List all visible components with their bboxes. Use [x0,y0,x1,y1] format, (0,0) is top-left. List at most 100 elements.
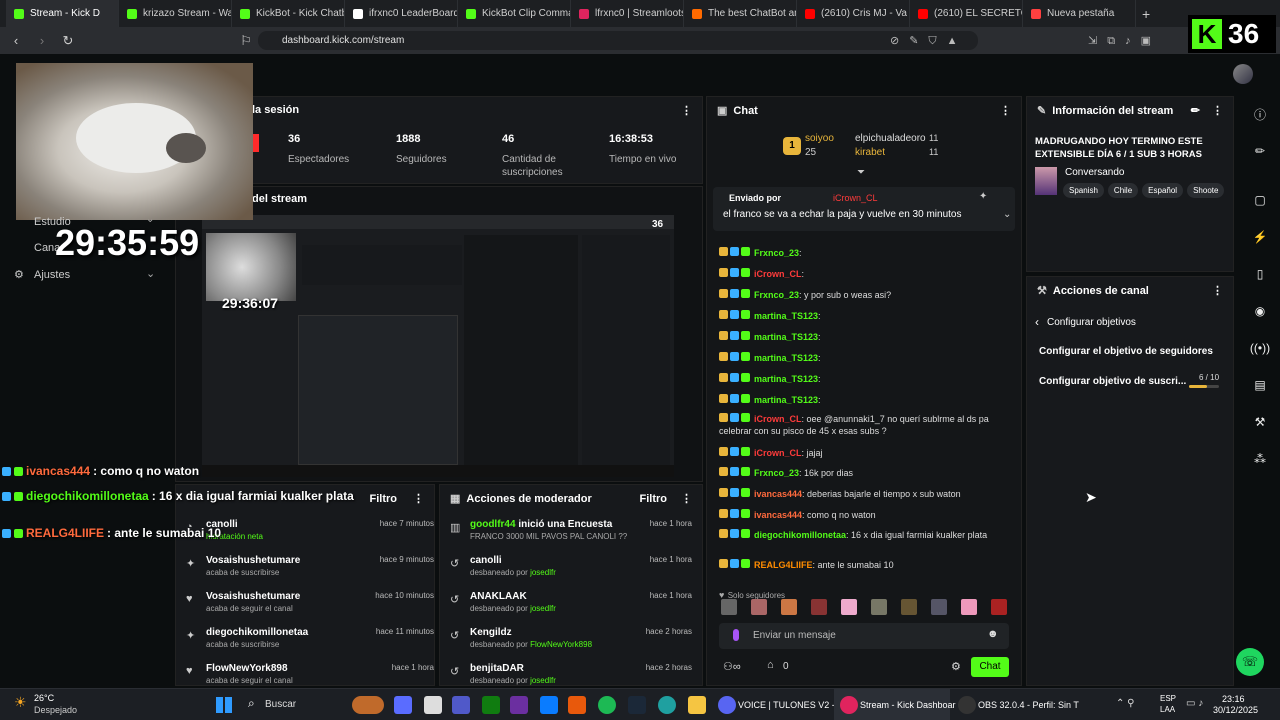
chat-username[interactable]: iCrown_CL [754,448,802,458]
chat-username[interactable]: martina_TS123 [754,353,818,363]
help-button[interactable]: ☏ [1236,648,1264,676]
language-code[interactable]: ESP [1160,694,1176,703]
edit-icon[interactable]: ✏ [1191,105,1200,117]
clock-time[interactable]: 23:16 [1222,694,1245,704]
chat-icon[interactable]: ◉ [1246,297,1274,325]
taskbar-app-stream[interactable]: Stream - Kick Dashboar [860,700,956,710]
chat-username[interactable]: iCrown_CL [754,269,802,279]
taskbar-search[interactable]: Buscar [265,699,296,710]
chat-username[interactable]: ivancas444 [754,510,802,520]
chat-message[interactable]: diegochikomillonetaa: 16 x dia igual far… [719,529,1011,541]
kebab-icon[interactable]: ⋮ [681,104,692,117]
browser-icon[interactable] [840,696,858,714]
folder-icon[interactable] [688,696,706,714]
browser-tab[interactable]: (2610) EL SECRETO FIN [910,0,1023,27]
chat-message[interactable]: Frxnco_23: y por sub o weas asi? [719,289,1011,301]
app-icon-2[interactable] [394,696,412,714]
mod-action-item[interactable]: ▥ goodlfr44 inició una Encuesta FRANCO 300… [448,517,692,551]
avatar[interactable] [1233,64,1253,84]
back-icon[interactable]: ‹ [1035,315,1039,329]
browser-tab[interactable]: lfrxnc0 | Streamloots | [571,0,684,27]
grid-icon[interactable]: ▤ [1246,371,1274,399]
stream-tag[interactable]: Spanish [1063,183,1104,198]
share-icon[interactable]: ⁂ [1246,445,1274,473]
chat-username[interactable]: martina_TS123 [754,332,818,342]
activity-item[interactable]: ◔ canolli hidratación neta hace 7 minutos [184,517,434,551]
mod-action-item[interactable]: ↺ Kengildz desbaneado por FlowNewYork898 ha… [448,625,692,659]
obs-icon[interactable] [958,696,976,714]
taskbar-app-obs[interactable]: OBS 32.0.4 - Perfil: Sin T [978,700,1079,710]
phone-icon[interactable]: ▯ [1246,260,1274,288]
kebab-icon[interactable]: ⋮ [681,493,692,505]
url-field[interactable]: dashboard.kick.com/stream [258,31,978,50]
search-icon[interactable]: ⌕ [248,696,255,711]
menu-ajustes[interactable]: Ajustes [34,269,70,281]
stream-tag[interactable]: Shoote [1187,183,1225,198]
chat-message[interactable]: Frxnco_23: [719,247,1011,259]
app-icon-1[interactable] [352,696,384,714]
kebab-icon[interactable]: ⋮ [1000,104,1011,117]
chat-message[interactable]: martina_TS123: [719,310,1011,322]
edge-icon[interactable] [658,696,676,714]
activity-filter-button[interactable]: Filtro [370,493,398,505]
info-icon[interactable]: ⓘ [1246,100,1274,128]
discord-icon[interactable] [718,696,736,714]
points-icon[interactable]: ⌂ [767,659,774,671]
browser-tab[interactable]: KickBot Clip Command [458,0,571,27]
chat-username[interactable]: Frxnco_23 [754,468,799,478]
browser-tab[interactable]: The best ChatBot and [684,0,797,27]
spotify-icon[interactable] [598,696,616,714]
steam-icon[interactable] [628,696,646,714]
chat-message[interactable]: iCrown_CL: [719,268,1011,280]
browser-tab[interactable]: (2610) Cris MJ - Va [797,0,910,27]
browser-tab[interactable]: KickBot - Kick Chatbot [232,0,345,27]
browser-tab[interactable]: Stream - Kick D [6,0,119,27]
windows-start-icon[interactable] [216,697,232,713]
pinned-message[interactable]: Enviado por iCrown_CL ✦ el franco se va … [713,187,1015,231]
app-icon-7[interactable] [540,696,558,714]
chat-message[interactable]: martina_TS123: [719,352,1011,364]
chat-message[interactable]: ivancas444: deberias bajarle el tiempo x… [719,488,1011,500]
chat-input[interactable]: Enviar un mensaje ☻ [719,623,1009,649]
language-layout[interactable]: LAA [1160,705,1175,714]
chat-username[interactable]: Frxnco_23 [754,248,799,258]
back-icon[interactable]: ‹ [6,31,26,51]
mod-action-item[interactable]: ↺ ANAKLAAK desbaneado por josedlfr hace 1 h… [448,589,692,623]
forward-icon[interactable]: › [32,31,52,51]
mod-action-item[interactable]: ↺ canolli desbaneado por josedlfr hace 1 ho… [448,553,692,587]
chat-message[interactable]: martina_TS123: [719,331,1011,343]
activity-item[interactable]: ✦ Vosaishushetumare acaba de suscribirse ha… [184,553,434,587]
follower-goal-item[interactable]: Configurar el objetivo de seguidores [1039,346,1213,357]
chat-message[interactable]: iCrown_CL: oee @anunnaki1_7 no querí sub… [719,413,1011,437]
kebab-icon[interactable]: ⋮ [413,493,424,505]
mod-filter-button[interactable]: Filtro [640,493,668,505]
tool-icon[interactable]: ⚒ [1246,408,1274,436]
broadcast-icon[interactable]: ((•)) [1246,334,1274,362]
chat-username[interactable]: diegochikomillonetaa [754,530,846,540]
camera-icon[interactable]: ▢ [1246,186,1274,214]
bolt-icon[interactable]: ⚡ [1246,223,1274,251]
pin-icon[interactable]: ✦ [979,191,987,202]
kebab-icon[interactable]: ⋮ [1212,284,1223,297]
app-icon-5[interactable] [482,696,500,714]
kebab-icon[interactable]: ⋮ [1212,105,1223,117]
chevron-down-icon[interactable]: ⌄ [146,267,155,280]
chat-username[interactable]: ivancas444 [754,489,802,499]
app-icon-4[interactable] [452,696,470,714]
stream-tag[interactable]: Chile [1107,183,1139,198]
bookmark-icon[interactable]: ⚐ [236,31,256,51]
new-tab-button[interactable]: + [1142,6,1150,22]
chat-message[interactable]: martina_TS123: [719,394,1011,406]
chat-message[interactable]: Frxnco_23: 16k por dias [719,467,1011,479]
chat-send-button[interactable]: Chat [971,657,1009,677]
stream-preview-video[interactable]: 29:36:07 36 [202,215,674,477]
chat-username[interactable]: Frxnco_23 [754,290,799,300]
chat-username[interactable]: martina_TS123 [754,374,818,384]
network-icon[interactable]: ▭ ♪ [1186,698,1203,709]
chat-message[interactable]: REALG4LIIFE: ante le sumabai 10 [719,559,1011,571]
chat-username[interactable]: martina_TS123 [754,395,818,405]
configure-goals-back[interactable]: Configurar objetivos [1047,317,1136,328]
activity-item[interactable]: ✦ diegochikomillonetaa acaba de suscribirs… [184,625,434,659]
chat-username[interactable]: iCrown_CL [754,414,802,424]
collapse-icon[interactable]: ⏷ [857,167,865,178]
